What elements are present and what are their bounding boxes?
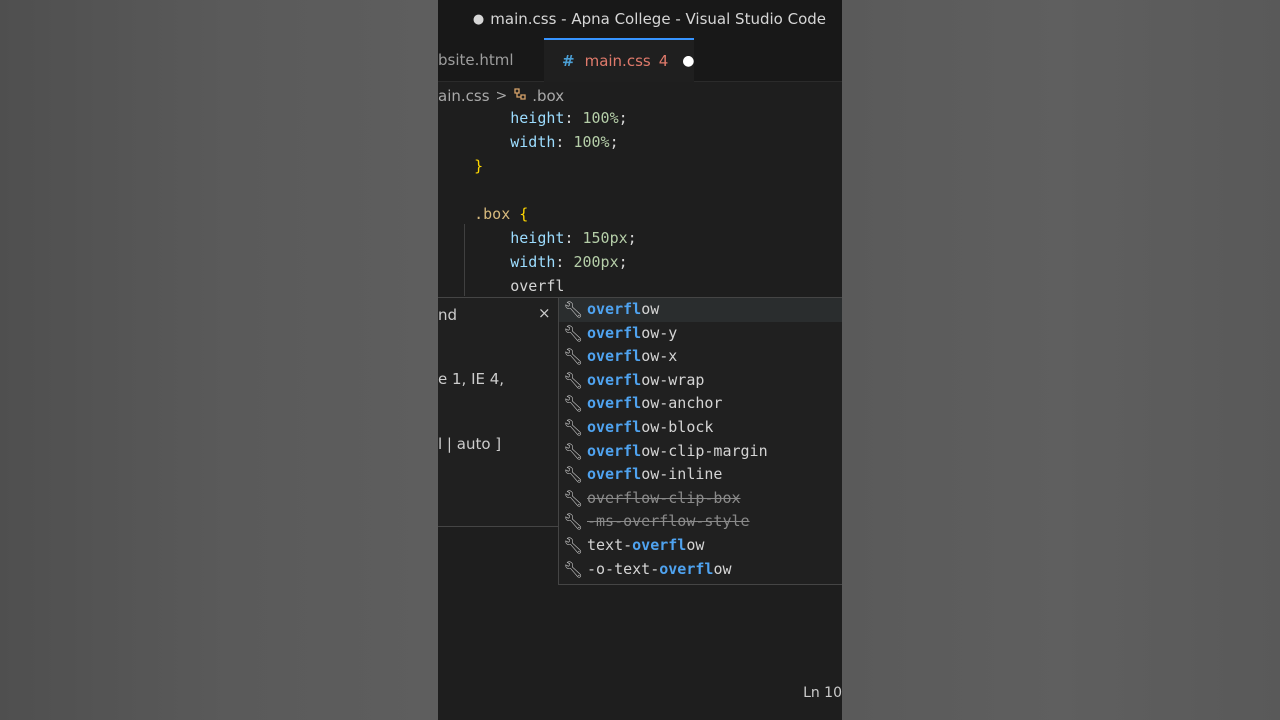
suggestion-item[interactable]: 🔧︎ overflow-block	[559, 416, 842, 440]
background-right	[842, 0, 1280, 720]
wrench-icon: 🔧︎	[563, 347, 584, 367]
title-bar: ● main.css - Apna College - Visual Studi…	[438, 0, 842, 38]
wrench-icon: 🔧︎	[563, 417, 584, 437]
wrench-icon: 🔧︎	[563, 512, 584, 532]
breadcrumb: ain.css > .box	[438, 84, 842, 108]
suggestion-item[interactable]: 🔧︎ overflow-y	[559, 322, 842, 346]
symbol-class-icon	[512, 87, 528, 105]
breadcrumb-file[interactable]: ain.css	[438, 87, 490, 105]
status-bar: Ln 10	[438, 680, 842, 708]
wrench-icon: 🔧︎	[563, 394, 584, 414]
suggestion-item[interactable]: 🔧︎ overflow-clip-margin	[559, 440, 842, 464]
tab-website-html[interactable]: bsite.html	[438, 38, 544, 82]
details-title: nd	[438, 306, 458, 324]
editor-tabs: bsite.html # main.css 4 ●	[438, 38, 842, 82]
tab-label: main.css	[584, 52, 651, 70]
suggestion-item-deprecated[interactable]: 🔧︎ -ms-overflow-style	[559, 510, 842, 534]
wrench-icon: 🔧︎	[563, 465, 584, 485]
suggestion-item[interactable]: 🔧︎ text-overflow	[559, 534, 842, 558]
code-line: width: 200px;	[510, 253, 628, 271]
suggestion-item[interactable]: 🔧︎ overflow-inline	[559, 463, 842, 487]
tab-main-css[interactable]: # main.css 4 ●	[544, 38, 694, 82]
code-line: height: 100%;	[510, 109, 628, 127]
wrench-icon: 🔧︎	[563, 488, 584, 508]
code-line: }	[474, 157, 484, 175]
suggestion-item[interactable]: 🔧︎ overflow-anchor	[559, 392, 842, 416]
code-line-current: overfl	[510, 277, 565, 295]
code-line: height: 150px;	[510, 229, 637, 247]
suggestion-item-deprecated[interactable]: 🔧︎ overflow-clip-box	[559, 487, 842, 511]
breadcrumb-symbol[interactable]: .box	[532, 87, 564, 105]
vscode-window: ● main.css - Apna College - Visual Studi…	[438, 0, 842, 720]
wrench-icon: 🔧︎	[563, 300, 584, 319]
autocomplete-suggestions: 🔧︎ overflow 🔧︎ overflow-y 🔧︎ overflow-x …	[558, 297, 842, 585]
suggestion-item[interactable]: 🔧︎ -o-text-overflow	[559, 558, 842, 582]
cursor-position[interactable]: Ln 10	[803, 685, 842, 701]
suggestion-item[interactable]: 🔧︎ overflow-wrap	[559, 369, 842, 393]
problems-count: 4	[658, 52, 669, 70]
code-line: .box {	[474, 205, 529, 223]
code-line: width: 100%;	[510, 133, 619, 151]
wrench-icon: 🔧︎	[563, 370, 584, 390]
wrench-icon: 🔧︎	[563, 535, 584, 555]
window-title: main.css - Apna College - Visual Studio …	[490, 10, 826, 28]
details-syntax: l | auto ]	[438, 435, 502, 453]
code-editor[interactable]: height: 100%; width: 100%; } .box { heig…	[438, 106, 842, 298]
suggestion-details-panel: nd × e 1, IE 4, l | auto ]	[438, 297, 560, 527]
unsaved-indicator: ●	[472, 11, 485, 27]
wrench-icon: 🔧︎	[563, 559, 584, 579]
chevron-right-icon: >	[495, 88, 508, 104]
details-browser-support: e 1, IE 4,	[438, 370, 505, 388]
unsaved-dot-icon[interactable]: ●	[682, 53, 694, 69]
close-icon[interactable]: ×	[538, 304, 551, 322]
wrench-icon: 🔧︎	[563, 441, 584, 461]
suggestion-item[interactable]: 🔧︎ overflow-x	[559, 345, 842, 369]
tab-label: bsite.html	[438, 51, 514, 69]
suggestion-item[interactable]: 🔧︎ overflow	[559, 298, 842, 322]
wrench-icon: 🔧︎	[563, 323, 584, 343]
css-file-icon: #	[562, 52, 575, 70]
